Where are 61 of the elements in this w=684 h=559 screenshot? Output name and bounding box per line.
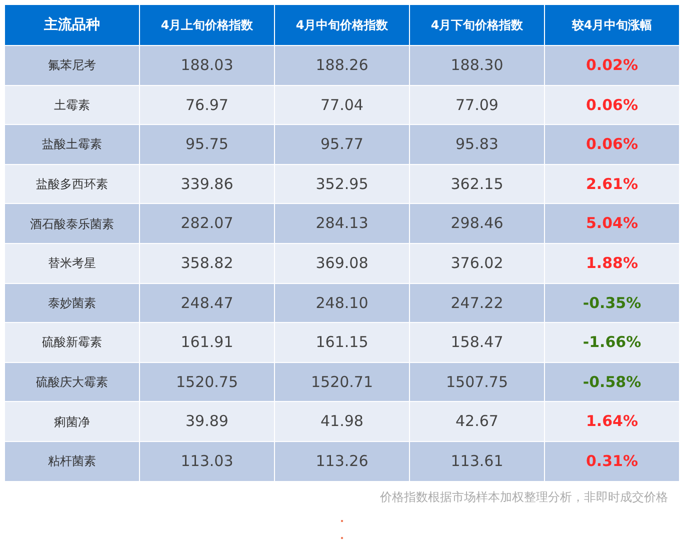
- index-cell: 339.86: [140, 164, 274, 204]
- drug-name-cell: 痢菌净: [4, 402, 140, 442]
- drug-name-cell: 氟苯尼考: [4, 46, 140, 86]
- drug-name-cell: 粘杆菌素: [4, 441, 140, 482]
- index-cell: 188.03: [140, 46, 274, 86]
- change-cell: -1.66%: [544, 322, 680, 362]
- column-header: 4月中旬价格指数: [274, 4, 410, 46]
- change-cell: 1.64%: [544, 402, 680, 442]
- index-cell: 188.26: [274, 46, 410, 86]
- index-cell: 42.67: [410, 402, 544, 442]
- index-cell: 376.02: [410, 243, 544, 284]
- drug-name-cell: 硫酸庆大霉素: [4, 362, 140, 402]
- index-cell: 77.09: [410, 85, 544, 125]
- column-header: 主流品种: [4, 4, 140, 46]
- index-cell: 41.98: [274, 402, 410, 442]
- index-cell: 161.15: [274, 322, 410, 362]
- index-cell: 158.47: [410, 322, 544, 362]
- change-cell: 0.06%: [544, 85, 680, 125]
- index-cell: 113.26: [274, 441, 410, 482]
- index-cell: 1507.75: [410, 362, 544, 402]
- change-cell: -0.35%: [544, 283, 680, 323]
- index-cell: 248.47: [140, 283, 274, 323]
- drug-name-cell: 泰妙菌素: [4, 283, 140, 323]
- index-cell: 161.91: [140, 322, 274, 362]
- index-cell: 95.77: [274, 124, 410, 164]
- index-cell: 247.22: [410, 283, 544, 323]
- index-cell: 39.89: [140, 402, 274, 442]
- drug-name-cell: 盐酸土霉素: [4, 124, 140, 164]
- index-cell: 76.97: [140, 85, 274, 125]
- change-cell: 1.88%: [544, 243, 680, 284]
- index-cell: 369.08: [274, 243, 410, 284]
- index-cell: 188.30: [410, 46, 544, 86]
- index-cell: 362.15: [410, 164, 544, 204]
- index-cell: 113.61: [410, 441, 544, 482]
- index-cell: 282.07: [140, 204, 274, 244]
- change-cell: -0.58%: [544, 362, 680, 402]
- column-header: 4月上旬价格指数: [140, 4, 274, 46]
- column-header: 4月下旬价格指数: [410, 4, 544, 46]
- drug-name-cell: 土霉素: [4, 85, 140, 125]
- change-cell: 0.06%: [544, 124, 680, 164]
- change-cell: 0.02%: [544, 46, 680, 86]
- index-cell: 352.95: [274, 164, 410, 204]
- index-cell: 113.03: [140, 441, 274, 482]
- index-cell: 284.13: [274, 204, 410, 244]
- drug-name-cell: 盐酸多西环素: [4, 164, 140, 204]
- index-cell: 1520.75: [140, 362, 274, 402]
- drug-name-cell: 硫酸新霉素: [4, 322, 140, 362]
- index-cell: 298.46: [410, 204, 544, 244]
- change-cell: 0.31%: [544, 441, 680, 482]
- index-cell: 248.10: [274, 283, 410, 323]
- index-cell: 95.75: [140, 124, 274, 164]
- change-cell: 2.61%: [544, 164, 680, 204]
- index-cell: 77.04: [274, 85, 410, 125]
- footnote: 价格指数根据市场样本加权整理分析，非即时成交价格: [379, 488, 669, 506]
- drug-name-cell: 酒石酸泰乐菌素: [4, 204, 140, 244]
- index-cell: 1520.71: [274, 362, 410, 402]
- column-header: 较4月中旬涨幅: [544, 4, 680, 46]
- index-cell: 95.83: [410, 124, 544, 164]
- index-cell: 358.82: [140, 243, 274, 284]
- change-cell: 5.04%: [544, 204, 680, 244]
- drug-name-cell: 替米考星: [4, 243, 140, 284]
